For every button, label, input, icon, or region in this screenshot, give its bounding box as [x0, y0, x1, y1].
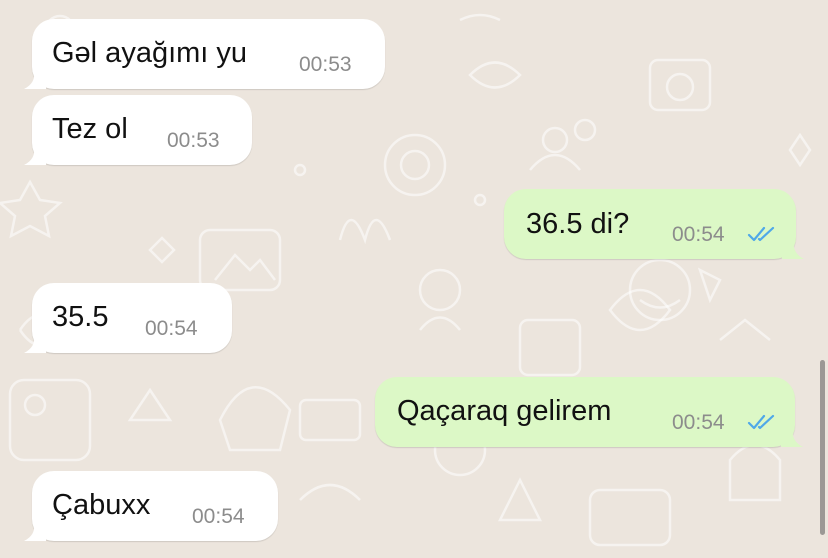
bubble-tail — [781, 429, 803, 447]
message-text: Çabuxx — [52, 489, 151, 521]
message-timestamp: 00:53 — [299, 53, 352, 76]
message-text: Qaçaraq gelirem — [397, 395, 612, 427]
message-timestamp: 00:54 — [672, 223, 725, 246]
bubble-tail — [24, 71, 46, 89]
message-timestamp: 00:54 — [672, 411, 725, 434]
message-timestamp: 00:54 — [145, 317, 198, 340]
message-bubble-incoming[interactable]: Çabuxx 00:54 — [24, 471, 278, 541]
message-bubble-outgoing[interactable]: Qaçaraq gelirem 00:54 — [375, 377, 803, 447]
message-bubble-incoming[interactable]: Tez ol 00:53 — [24, 95, 252, 165]
bubble-tail — [782, 241, 804, 259]
double-check-read-icon — [747, 226, 775, 242]
message-bubble-outgoing[interactable]: 36.5 di? 00:54 — [504, 189, 804, 259]
bubble-tail — [24, 335, 46, 353]
message-text: 36.5 di? — [526, 208, 630, 240]
message-text: Tez ol — [52, 113, 128, 145]
message-bubble-incoming[interactable]: 35.5 00:54 — [24, 283, 232, 353]
message-text: 35.5 — [52, 301, 109, 333]
message-text: Gəl ayağımı yu — [52, 37, 248, 69]
bubble-tail — [24, 523, 46, 541]
message-timestamp: 00:53 — [167, 129, 220, 152]
double-check-read-icon — [747, 414, 775, 430]
scrollbar[interactable] — [820, 360, 825, 535]
message-timestamp: 00:54 — [192, 505, 245, 528]
bubble-tail — [24, 147, 46, 165]
message-bubble-incoming[interactable]: Gəl ayağımı yu 00:53 — [24, 19, 385, 89]
